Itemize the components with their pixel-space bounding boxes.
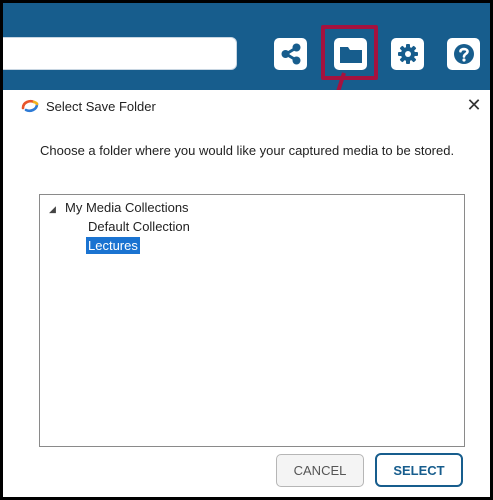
cancel-button[interactable]: CANCEL bbox=[276, 454, 364, 487]
settings-button[interactable] bbox=[391, 38, 424, 70]
folder-tree[interactable]: ◢ My Media Collections Default Collection… bbox=[39, 194, 465, 447]
dialog-title: Select Save Folder bbox=[46, 99, 156, 114]
caret-expanded-icon[interactable]: ◢ bbox=[49, 204, 65, 215]
tree-item-default-collection[interactable]: Default Collection bbox=[88, 219, 190, 234]
close-icon[interactable]: ✕ bbox=[464, 95, 484, 115]
select-button[interactable]: SELECT bbox=[375, 453, 463, 487]
dialog-description: Choose a folder where you would like you… bbox=[40, 143, 455, 158]
share-icon bbox=[281, 43, 300, 65]
tree-item-label: My Media Collections bbox=[65, 200, 189, 215]
search-input[interactable] bbox=[3, 37, 237, 70]
screenshot-frame: Select Save Folder ✕ Choose a folder whe… bbox=[0, 0, 493, 500]
select-save-folder-dialog: Select Save Folder ✕ Choose a folder whe… bbox=[6, 90, 490, 497]
tree-item-my-media-collections[interactable]: ◢ My Media Collections bbox=[49, 200, 189, 215]
share-button[interactable] bbox=[274, 38, 307, 70]
gear-icon bbox=[397, 44, 418, 64]
toolbar bbox=[3, 3, 490, 90]
help-button[interactable] bbox=[447, 38, 480, 70]
tree-item-lectures-selected[interactable]: Lectures bbox=[86, 237, 140, 254]
help-icon bbox=[453, 44, 474, 64]
app-logo-icon bbox=[21, 99, 39, 113]
